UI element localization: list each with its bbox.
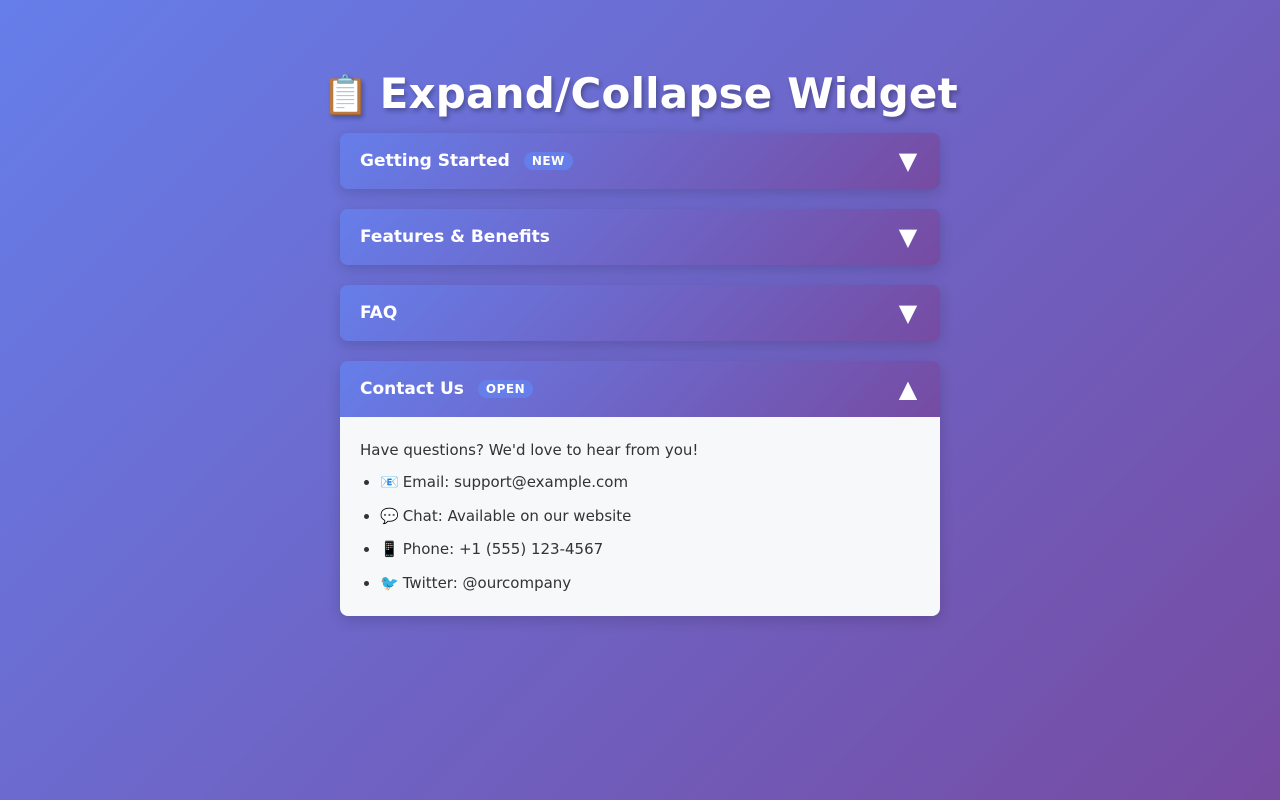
accordion-header-contact[interactable]: Contact Us OPEN ▲ — [340, 361, 940, 417]
contact-twitter-text: Twitter: @ourcompany — [402, 573, 572, 592]
phone-icon: 📱 — [380, 540, 399, 558]
accordion-item-faq: FAQ ▼ — [340, 285, 940, 341]
accordion-header-features[interactable]: Features & Benefits ▼ — [340, 209, 940, 265]
contact-chat-text: Chat: Available on our website — [402, 506, 632, 525]
accordion-item-contact: Contact Us OPEN ▲ Have questions? We'd l… — [340, 361, 940, 616]
accordion: Getting Started NEW ▼ Features & Benefit… — [340, 133, 940, 636]
accordion-title: Contact Us — [360, 379, 464, 399]
new-badge: NEW — [523, 152, 573, 170]
contact-list-item-twitter: 🐦Twitter: @ourcompany — [380, 572, 920, 594]
contact-list-item-email: 📧Email: support@example.com — [380, 471, 920, 493]
accordion-header-left: Contact Us OPEN — [360, 379, 534, 399]
accordion-title: Features & Benefits — [360, 227, 550, 247]
accordion-item-getting-started: Getting Started NEW ▼ — [340, 133, 940, 189]
page-title-text: Expand/Collapse Widget — [379, 69, 958, 119]
accordion-header-left: FAQ — [360, 303, 397, 323]
accordion-header-getting-started[interactable]: Getting Started NEW ▼ — [340, 133, 940, 189]
accordion-title: FAQ — [360, 303, 398, 323]
chevron-down-icon[interactable]: ▼ — [896, 301, 920, 325]
open-badge: OPEN — [477, 380, 534, 398]
clipboard-icon: 📋 — [322, 73, 370, 118]
chat-bubble-icon: 💬 — [380, 506, 399, 525]
contact-list-item-chat: 💬Chat: Available on our website — [380, 505, 920, 527]
accordion-title: Getting Started — [360, 151, 510, 171]
accordion-panel-contact: Have questions? We'd love to hear from y… — [340, 417, 940, 616]
contact-phone-text: Phone: +1 (555) 123-4567 — [402, 540, 604, 558]
bird-icon: 🐦 — [380, 573, 399, 592]
chevron-down-icon[interactable]: ▼ — [896, 225, 920, 249]
accordion-header-faq[interactable]: FAQ ▼ — [340, 285, 940, 341]
contact-email-text: Email: support@example.com — [402, 473, 629, 491]
contact-list: 📧Email: support@example.com 💬Chat: Avail… — [360, 471, 920, 594]
chevron-down-icon[interactable]: ▼ — [896, 149, 920, 173]
email-icon: 📧 — [380, 473, 399, 491]
contact-list-item-phone: 📱Phone: +1 (555) 123-4567 — [380, 538, 920, 560]
accordion-item-features: Features & Benefits ▼ — [340, 209, 940, 265]
accordion-header-left: Features & Benefits — [360, 227, 550, 247]
accordion-header-left: Getting Started NEW — [360, 151, 573, 171]
chevron-up-icon[interactable]: ▲ — [896, 377, 920, 401]
page-title: 📋 Expand/Collapse Widget — [0, 66, 1280, 123]
contact-intro: Have questions? We'd love to hear from y… — [360, 441, 699, 459]
